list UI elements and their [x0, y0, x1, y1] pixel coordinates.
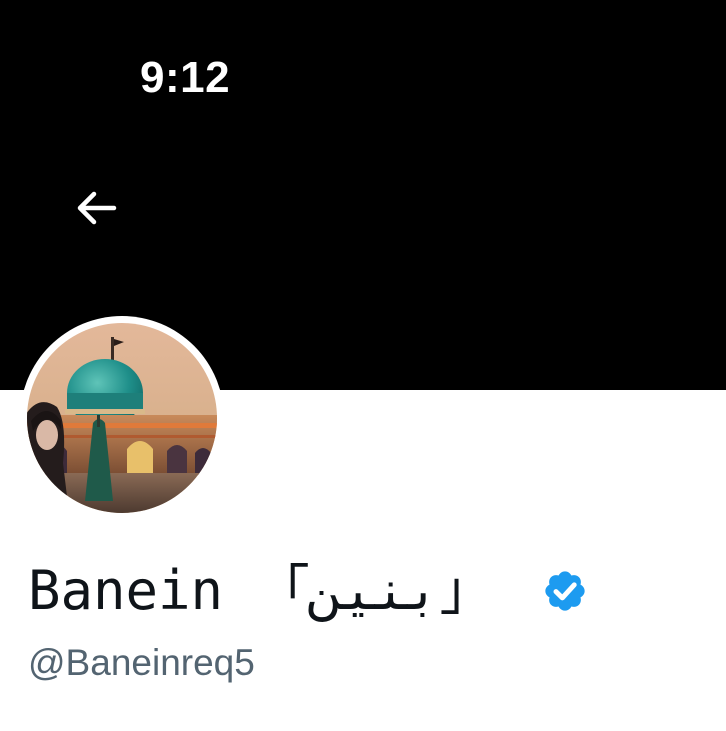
arrow-left-icon: [77, 191, 117, 225]
profile-display-name: Banein 「بنين」: [28, 559, 494, 622]
back-button[interactable]: [66, 182, 126, 234]
verified-badge-icon[interactable]: [542, 568, 588, 614]
profile-handle: @Baneinreq5: [28, 642, 255, 683]
status-bar-time: 9:12: [140, 53, 231, 102]
profile-avatar[interactable]: [20, 316, 224, 520]
profile-screen: 9:12 Banein 「بنين」 @Baneinreq5: [0, 0, 726, 731]
profile-name-row: Banein 「بنين」: [28, 556, 588, 626]
avatar-photo: [27, 323, 217, 513]
